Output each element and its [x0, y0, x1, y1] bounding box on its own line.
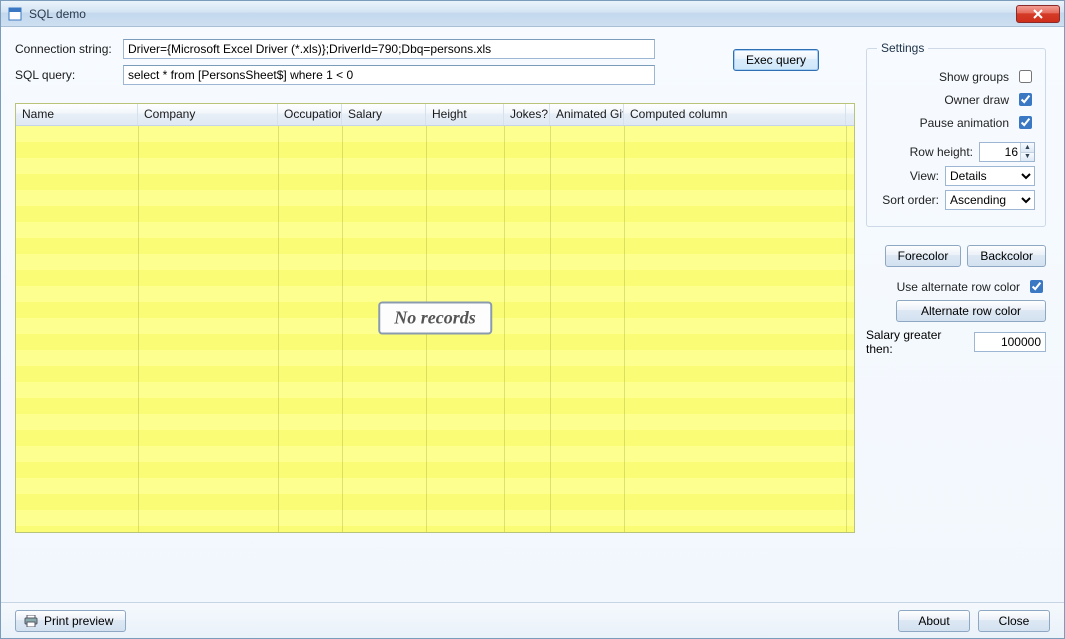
- pause-animation-label: Pause animation: [877, 116, 1009, 130]
- client-area: Connection string: SQL query: Exec query…: [1, 27, 1064, 602]
- sql-query-input[interactable]: [123, 65, 655, 85]
- row-height-label: Row height:: [877, 145, 973, 159]
- column-header[interactable]: Company: [138, 104, 278, 125]
- bottom-bar: Print preview About Close: [1, 602, 1064, 638]
- sql-query-label: SQL query:: [15, 68, 115, 82]
- column-header[interactable]: Animated Gif: [550, 104, 624, 125]
- spinner-down-icon[interactable]: ▼: [1020, 153, 1034, 162]
- show-groups-label: Show groups: [877, 70, 1009, 84]
- exec-query-button[interactable]: Exec query: [733, 49, 819, 71]
- sort-order-label: Sort order:: [877, 193, 939, 207]
- window-close-button[interactable]: [1016, 5, 1060, 23]
- alternate-row-color-label: Use alternate row color: [866, 280, 1020, 294]
- salary-filter-input[interactable]: [974, 332, 1046, 352]
- column-header[interactable]: Height: [426, 104, 504, 125]
- close-icon: [1033, 9, 1043, 19]
- column-header[interactable]: Occupation: [278, 104, 342, 125]
- salary-filter-label: Salary greater then:: [866, 328, 968, 356]
- print-preview-button[interactable]: Print preview: [15, 610, 126, 632]
- view-label: View:: [877, 169, 939, 183]
- spinner-up-icon[interactable]: ▲: [1020, 143, 1034, 153]
- close-button[interactable]: Close: [978, 610, 1050, 632]
- forecolor-button[interactable]: Forecolor: [885, 245, 962, 267]
- pause-animation-checkbox[interactable]: [1019, 116, 1032, 129]
- column-header[interactable]: Jokes?: [504, 104, 550, 125]
- alternate-row-color-button[interactable]: Alternate row color: [896, 300, 1046, 322]
- settings-panel: Settings Show groups Owner draw Pause an…: [866, 41, 1046, 356]
- results-grid[interactable]: NameCompanyOccupationSalaryHeightJokes?A…: [15, 103, 855, 533]
- show-groups-checkbox[interactable]: [1019, 70, 1032, 83]
- column-header[interactable]: Salary: [342, 104, 426, 125]
- about-button[interactable]: About: [898, 610, 970, 632]
- settings-group: Settings Show groups Owner draw Pause an…: [866, 41, 1046, 227]
- owner-draw-label: Owner draw: [877, 93, 1009, 107]
- grid-header: NameCompanyOccupationSalaryHeightJokes?A…: [16, 104, 854, 126]
- sort-order-select[interactable]: AscendingDescendingNone: [945, 190, 1035, 210]
- view-select[interactable]: DetailsListTileLargeIconSmallIcon: [945, 166, 1035, 186]
- column-header[interactable]: Computed column: [624, 104, 846, 125]
- window-title: SQL demo: [29, 7, 86, 21]
- owner-draw-checkbox[interactable]: [1019, 93, 1032, 106]
- titlebar: SQL demo: [1, 1, 1064, 27]
- alternate-row-color-checkbox[interactable]: [1030, 280, 1043, 293]
- settings-legend: Settings: [877, 41, 928, 55]
- app-icon: [7, 6, 23, 22]
- window-frame: SQL demo Connection string: SQL query: E…: [0, 0, 1065, 639]
- backcolor-button[interactable]: Backcolor: [967, 245, 1046, 267]
- query-form: Connection string: SQL query:: [15, 39, 655, 85]
- row-height-spinner[interactable]: ▲ ▼: [1020, 143, 1034, 161]
- column-header[interactable]: Name: [16, 104, 138, 125]
- connection-string-label: Connection string:: [15, 42, 115, 56]
- connection-string-input[interactable]: [123, 39, 655, 59]
- empty-overlay: No records: [378, 302, 492, 335]
- printer-icon: [24, 615, 38, 627]
- print-preview-label: Print preview: [44, 614, 113, 628]
